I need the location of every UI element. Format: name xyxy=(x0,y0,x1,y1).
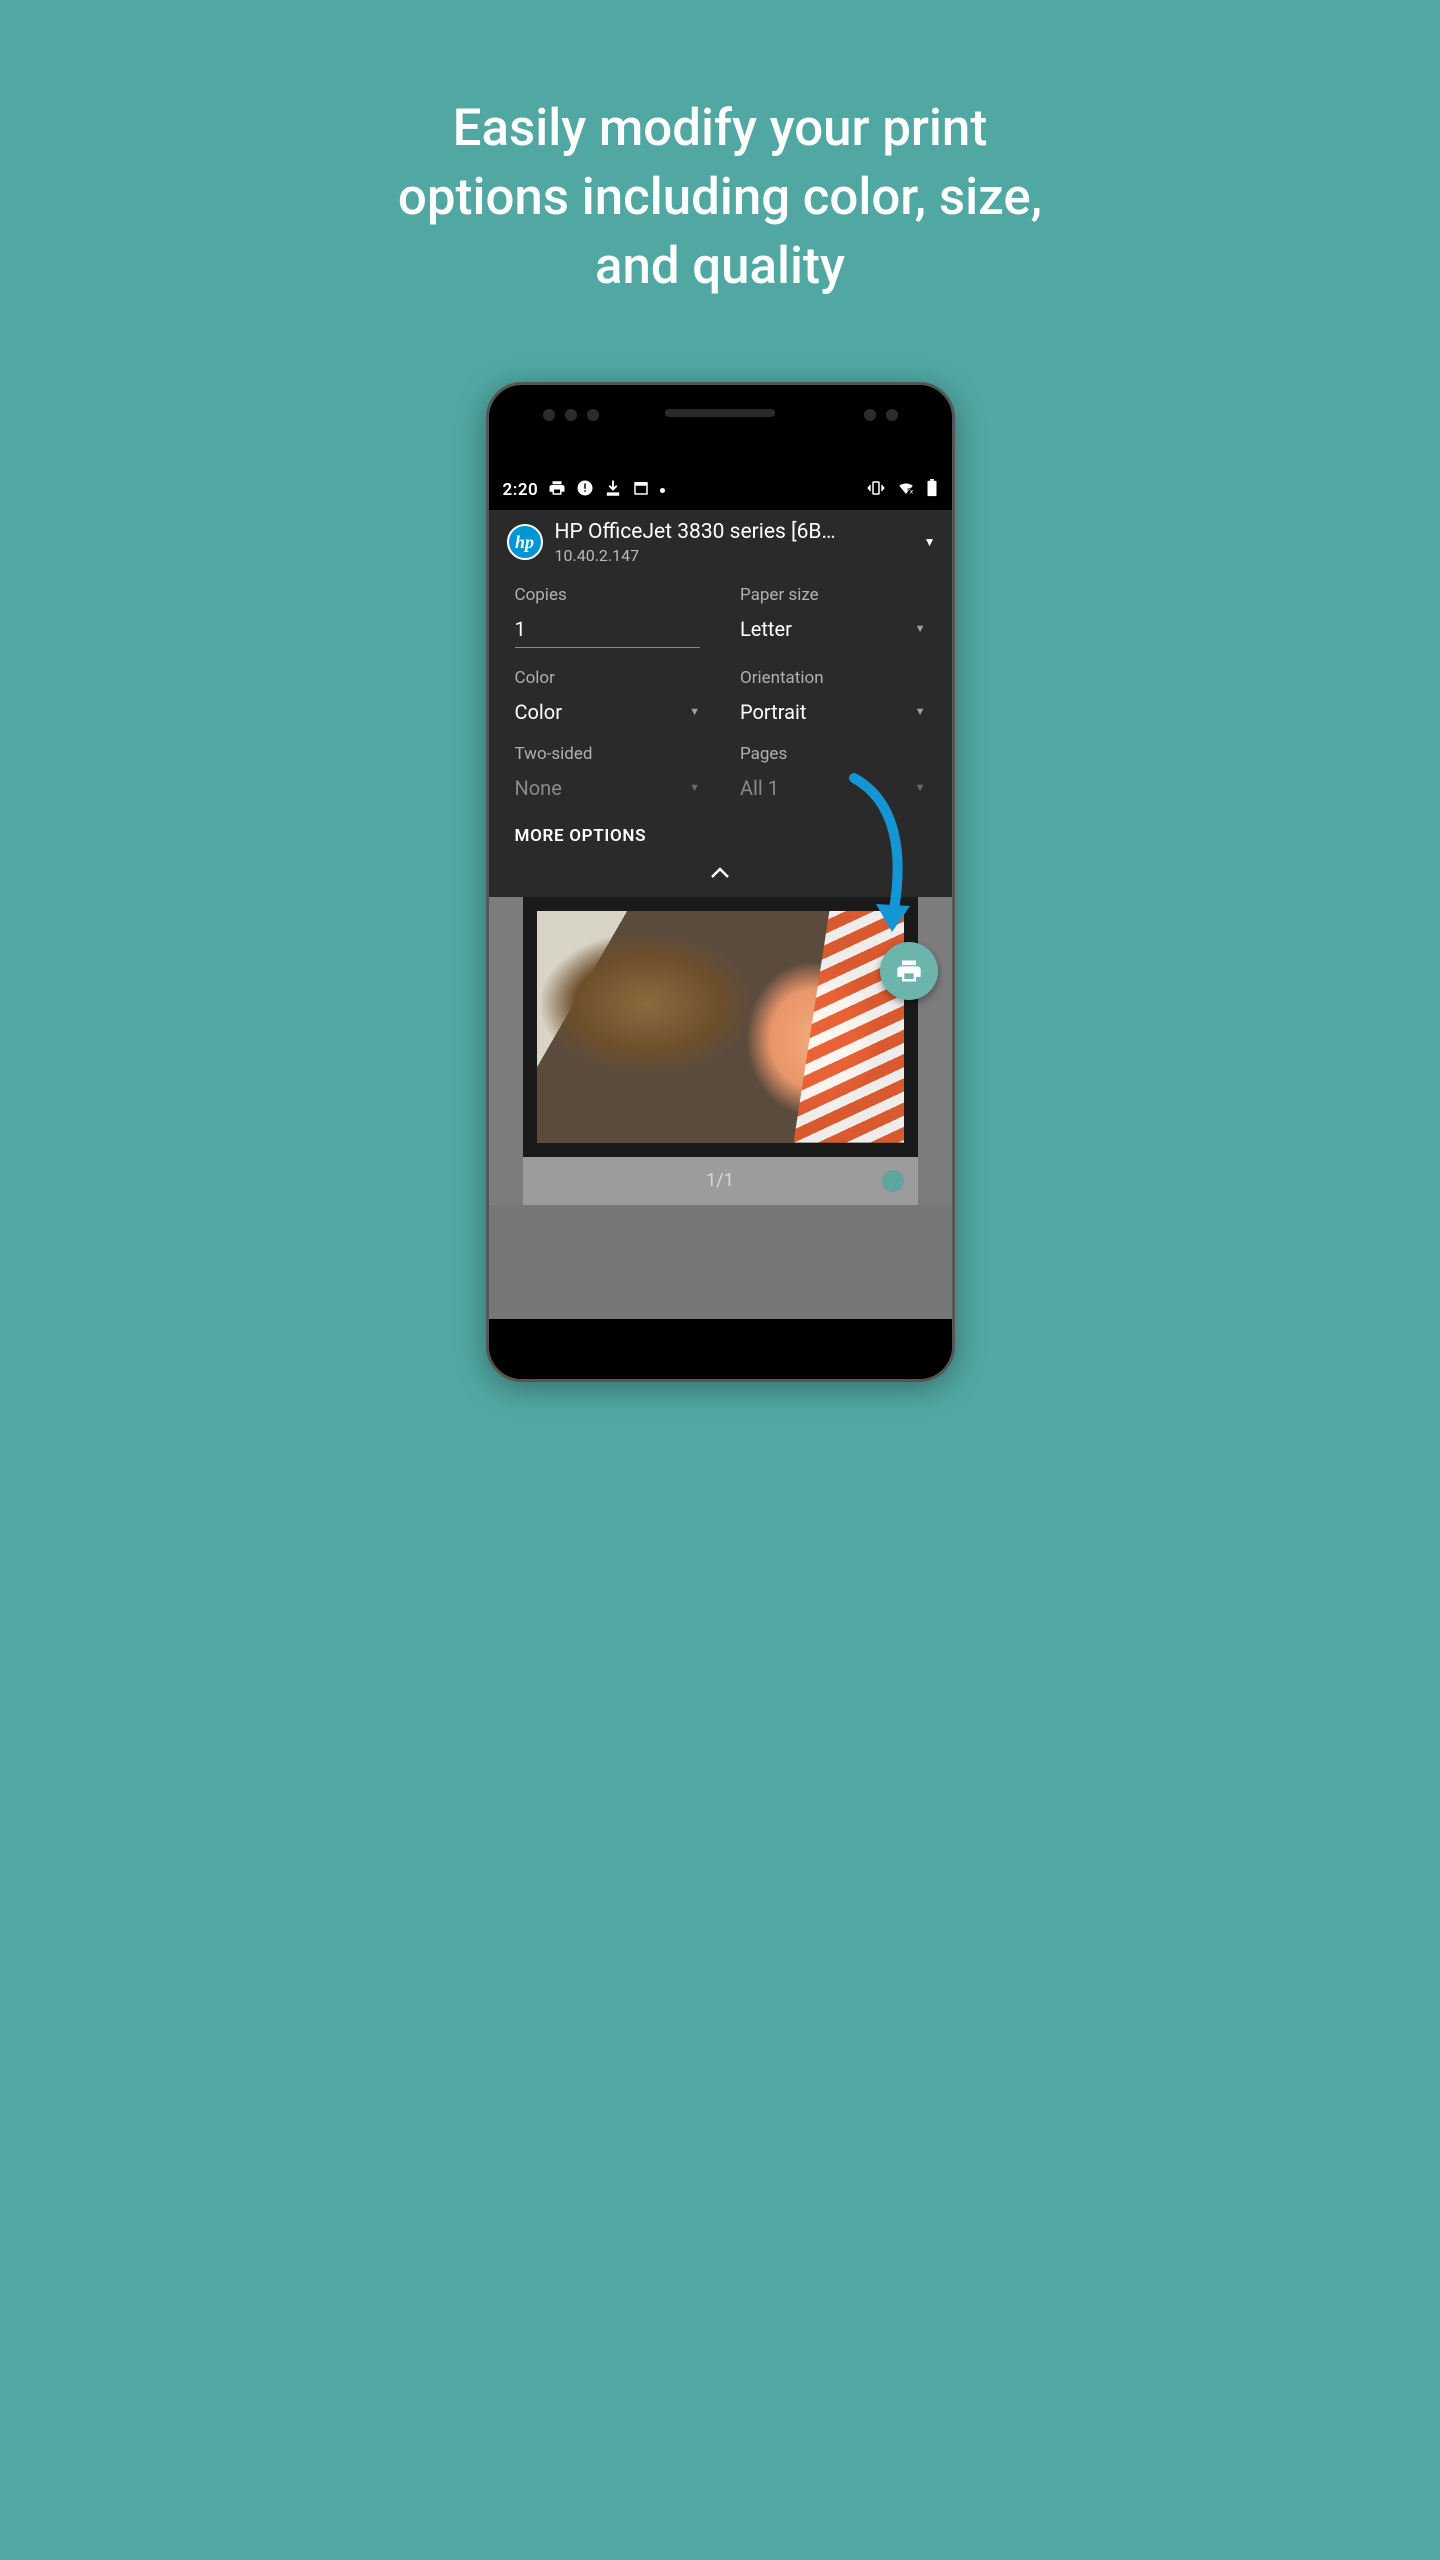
wifi-icon: x xyxy=(896,479,916,502)
hp-logo-icon: hp xyxy=(507,524,543,560)
printer-ip: 10.40.2.147 xyxy=(555,546,912,565)
copies-value[interactable]: 1 xyxy=(515,617,701,648)
printer-selector[interactable]: hp HP OfficeJet 3830 series [6B… 10.40.2… xyxy=(489,510,952,575)
page-indicator: 1/1 xyxy=(706,1170,734,1191)
two-sided-value: None xyxy=(515,776,562,800)
print-fab[interactable] xyxy=(880,942,938,1000)
printer-status-icon xyxy=(548,479,566,502)
paper-size-field[interactable]: Paper size Letter ▼ xyxy=(740,585,926,648)
pages-label: Pages xyxy=(740,744,926,764)
color-value: Color xyxy=(515,700,562,724)
color-field[interactable]: Color Color ▼ xyxy=(515,668,701,724)
chevron-down-icon: ▼ xyxy=(915,705,926,718)
chevron-down-icon: ▼ xyxy=(689,781,700,794)
page-selected-badge[interactable] xyxy=(882,1170,904,1192)
marketing-headline: Easily modify your print options includi… xyxy=(370,95,1070,302)
chevron-down-icon: ▼ xyxy=(924,535,936,549)
vibrate-icon xyxy=(866,479,886,502)
calendar-icon xyxy=(632,479,650,502)
copies-label: Copies xyxy=(515,585,701,605)
orientation-label: Orientation xyxy=(740,668,926,688)
status-bar: 2:20 x xyxy=(489,475,952,510)
phone-bezel-top xyxy=(489,385,952,475)
more-notifications-icon xyxy=(660,488,665,493)
chevron-down-icon: ▼ xyxy=(915,622,926,635)
status-time: 2:20 xyxy=(503,480,539,500)
alert-icon xyxy=(576,479,594,502)
orientation-field[interactable]: Orientation Portrait ▼ xyxy=(740,668,926,724)
chevron-down-icon: ▼ xyxy=(689,705,700,718)
android-screen: hp HP OfficeJet 3830 series [6B… 10.40.2… xyxy=(489,510,952,1334)
two-sided-label: Two-sided xyxy=(515,744,701,764)
phone-earpiece xyxy=(665,409,775,417)
chevron-up-icon xyxy=(710,867,730,879)
color-label: Color xyxy=(515,668,701,688)
phone-frame: 2:20 x xyxy=(486,382,955,1382)
download-icon xyxy=(604,479,622,502)
annotation-arrow xyxy=(824,770,934,950)
phone-sensor-dots-left xyxy=(543,409,599,421)
two-sided-field[interactable]: Two-sided None ▼ xyxy=(515,744,701,800)
paper-size-label: Paper size xyxy=(740,585,926,605)
copies-field[interactable]: Copies 1 xyxy=(515,585,701,648)
printer-name: HP OfficeJet 3830 series [6B… xyxy=(555,520,912,544)
orientation-value: Portrait xyxy=(740,700,806,724)
phone-bezel-bottom xyxy=(489,1319,952,1379)
preview-page-footer: 1/1 xyxy=(523,1157,918,1205)
phone-sensor-dots-right xyxy=(864,409,898,421)
paper-size-value: Letter xyxy=(740,617,792,641)
printer-icon xyxy=(895,957,923,985)
battery-icon xyxy=(926,479,938,502)
pages-value: All 1 xyxy=(740,776,779,800)
